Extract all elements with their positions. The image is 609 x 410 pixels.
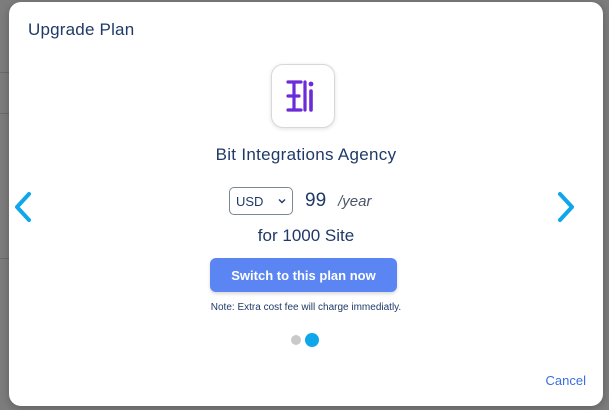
- carousel-dot-2-active[interactable]: [305, 333, 319, 347]
- carousel-indicator: [291, 333, 319, 347]
- chevron-down-icon: [278, 199, 286, 204]
- cancel-button[interactable]: Cancel: [546, 373, 586, 388]
- switch-plan-button[interactable]: Switch to this plan now: [210, 258, 397, 292]
- bit-integrations-logo-icon: [286, 80, 314, 112]
- price-row: USD 99 /year: [229, 186, 372, 216]
- currency-select[interactable]: USD: [229, 187, 293, 215]
- site-count: for 1000 Site: [257, 226, 355, 245]
- charge-note: Note: Extra cost fee will charge immedia…: [210, 302, 402, 313]
- currency-selected-value: USD: [236, 193, 264, 209]
- price-amount: 99: [305, 190, 327, 211]
- price-period: /year: [338, 192, 372, 210]
- plan-logo: [271, 64, 335, 128]
- plan-name: Bit Integrations Agency: [215, 145, 397, 164]
- chevron-right-icon[interactable]: [555, 190, 577, 224]
- modal-title: Upgrade Plan: [28, 20, 135, 39]
- carousel-dot-1[interactable]: [291, 335, 301, 345]
- chevron-left-icon[interactable]: [12, 190, 34, 224]
- upgrade-plan-modal: Upgrade Plan Bit Integrations Agency USD…: [9, 2, 603, 406]
